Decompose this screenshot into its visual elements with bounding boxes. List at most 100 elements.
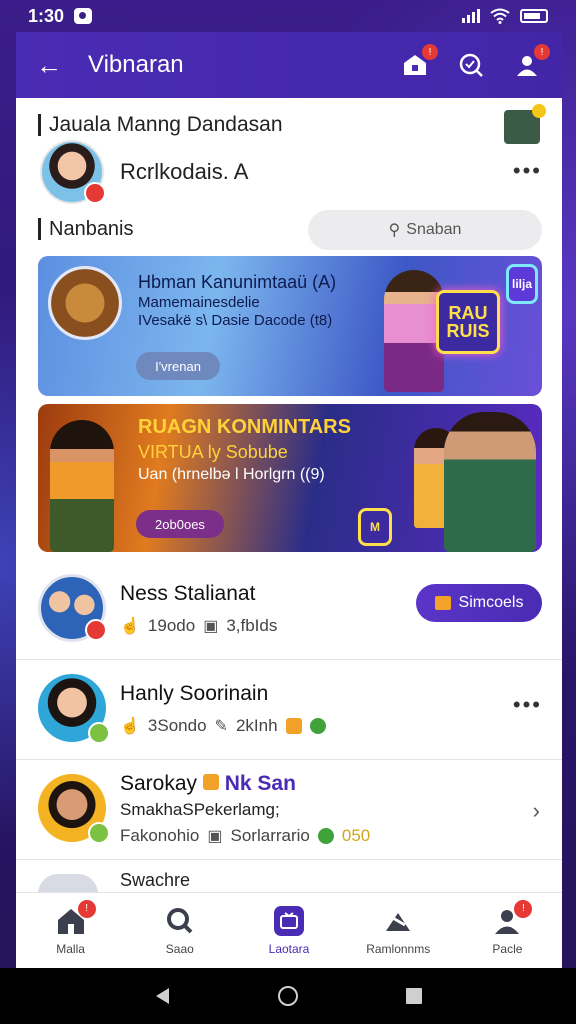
thumb-icon: ☝	[120, 618, 140, 635]
status-bar: 1:30	[0, 0, 576, 32]
back-icon[interactable]	[153, 986, 171, 1006]
avatar	[38, 774, 110, 844]
app-bar: ← Vibnaran ! !	[16, 32, 562, 98]
nav-label: Malla	[56, 941, 85, 956]
subscribe-button[interactable]: Simcoels	[416, 584, 542, 622]
section-heading: Jauala Manng Dandasan	[38, 114, 283, 136]
banner-line: IVesakë s\ Dasie Dacode (t8)	[138, 312, 333, 329]
app-bar-actions: ! !	[400, 44, 550, 80]
avatar	[38, 874, 98, 894]
profile-row[interactable]: Rcrlkodais. A	[40, 140, 248, 204]
image-icon: ▣	[207, 828, 223, 845]
recents-icon[interactable]	[405, 987, 423, 1005]
nav-label: Ramlonnms	[366, 941, 431, 956]
nav-label: Pacle	[492, 941, 523, 956]
profile-button[interactable]: !	[512, 44, 550, 80]
live-badge	[84, 182, 106, 204]
nav-item-shuffle[interactable]: Ramlonnms	[344, 893, 453, 968]
gift-icon[interactable]	[504, 104, 546, 144]
stat-value: Fakonohio	[120, 826, 200, 845]
list-item-title-part: Sarokay	[120, 772, 198, 795]
live-badge	[85, 619, 107, 641]
sub-section-heading: Nanbanis	[38, 218, 134, 240]
list-item-title: Ness Stalianat	[120, 582, 256, 605]
signal-icon	[462, 9, 480, 23]
status-time: 1:30	[28, 5, 65, 26]
home-icon: !	[56, 899, 96, 936]
chevron-right-icon[interactable]: ›	[533, 798, 540, 824]
home-circle-icon[interactable]	[277, 985, 299, 1007]
inbox-button[interactable]: !	[400, 44, 438, 80]
list-item-title: Hanly Soorinain	[120, 682, 269, 705]
banner-button[interactable]: 2ob0oes	[136, 510, 224, 538]
promo-banner-1[interactable]: Hbman Kanunimtaaü (A) Mamemainesdelie IV…	[38, 256, 542, 396]
profile-icon: !	[492, 899, 533, 936]
arrow-left-icon[interactable]: ←	[36, 50, 68, 81]
list-item-subtitle: SmakhaSPekerlamg;	[120, 800, 280, 819]
stat-value: 050	[341, 826, 371, 845]
nav-badge: !	[514, 899, 533, 918]
search-input[interactable]: ⚲ Snaban	[308, 210, 542, 250]
battery-icon	[520, 9, 548, 23]
neon-sign-image: lilja	[506, 264, 538, 304]
banner-person-image	[444, 412, 536, 552]
search-placeholder: Snaban	[406, 221, 462, 238]
page-title: Vibnaran	[88, 51, 184, 78]
main-content: Jauala Manng Dandasan Rcrlkodais. A ••• …	[16, 98, 562, 968]
list-item-meta: ☝ 19odo ▣ 3,fbIds	[120, 616, 277, 636]
search-button[interactable]	[456, 50, 486, 80]
nav-label: Saao	[165, 941, 194, 956]
shuffle-icon	[383, 906, 413, 936]
live-tv-icon	[274, 905, 304, 936]
wifi-icon	[490, 8, 510, 24]
heart-icon	[309, 718, 326, 734]
list-item-meta: ☝ 3Sondo ✎ 2kInh	[120, 716, 326, 736]
stat-value: 3Sondo	[147, 716, 207, 735]
list-item[interactable]: Hanly Soorinain ☝ 3Sondo ✎ 2kInh •••	[16, 660, 562, 760]
list-item-meta: Fakonohio ▣ Sorlarrario 050	[120, 826, 370, 846]
profile-badge: !	[534, 44, 550, 60]
promo-banner-2[interactable]: RUAGN KONMINTARS VIRTUA ly Sobube Uan (h…	[38, 404, 542, 552]
subscribe-label: Simcoels	[458, 594, 524, 611]
stat-value: Sorlarrario	[230, 826, 310, 845]
nav-item-live[interactable]: Laotara	[234, 893, 343, 968]
status-icons	[462, 8, 548, 24]
avatar	[38, 674, 110, 744]
banner-line: VIRTUA ly Sobube	[138, 442, 288, 462]
lion-avatar	[48, 266, 122, 340]
banner-line: Mamemainesdelie	[138, 294, 260, 311]
gift-icon	[285, 718, 302, 734]
banner-title: Hbman Kanunimtaaü (A)	[138, 272, 337, 292]
banner-button[interactable]: I'vrenan	[136, 352, 220, 380]
nav-label: Laotara	[268, 941, 310, 956]
search-icon	[459, 53, 483, 77]
more-options-icon[interactable]: •••	[513, 158, 542, 184]
ticket-icon	[434, 596, 451, 610]
stat-value: 19odo	[147, 616, 196, 635]
bottom-nav: ! Malla Saao Laotara Ramlonnms ! Pacle	[16, 892, 562, 968]
avatar	[38, 574, 107, 642]
nav-item-home[interactable]: ! Malla	[16, 893, 125, 968]
stat-value: 2kInh	[235, 716, 278, 735]
banner-title: RUAGN KONMINTARS	[138, 416, 351, 438]
stat-value: 3,fbIds	[226, 616, 278, 635]
banner-line: Uan (hrnelbə l Horlgrn ((9)	[138, 466, 325, 483]
heart-icon	[317, 828, 334, 844]
profile-name: Rcrlkodais. A	[120, 159, 249, 184]
nav-badge: !	[77, 899, 96, 918]
neon-sign-image: RAU RUIS	[436, 290, 500, 354]
system-nav-bar	[0, 968, 576, 1024]
gift-icon	[202, 774, 219, 790]
message-icon: ▣	[203, 618, 219, 635]
list-item-title: Sarokay Nk San	[120, 772, 296, 796]
list-item[interactable]: Ness Stalianat ☝ 19odo ▣ 3,fbIds Simcoel…	[16, 560, 562, 660]
more-options-icon[interactable]: •••	[513, 692, 542, 718]
search-icon: ⚲	[388, 222, 401, 239]
list-item[interactable]: Sarokay Nk San SmakhaSPekerlamg; Fakonoh…	[16, 760, 562, 860]
nav-item-profile[interactable]: ! Pacle	[453, 893, 562, 968]
list-item-title: Swachre	[120, 870, 191, 890]
nav-item-search[interactable]: Saao	[125, 893, 234, 968]
thumb-icon: ☝	[120, 718, 140, 735]
avatar	[40, 140, 106, 204]
banner-person-image	[50, 420, 114, 552]
